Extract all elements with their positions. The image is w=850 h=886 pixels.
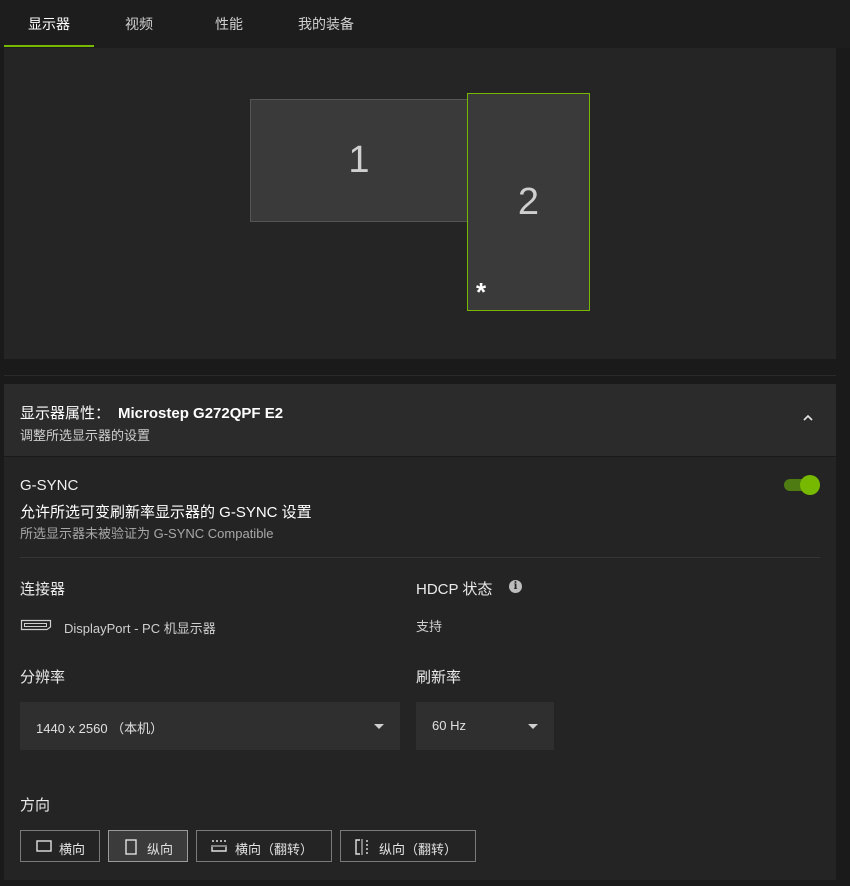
gsync-note: 所选显示器未被验证为 G-SYNC Compatible bbox=[20, 526, 274, 541]
orientation-portrait-flipped-button[interactable]: 纵向（翻转） bbox=[340, 830, 476, 862]
orientation-option-label: 纵向（翻转） bbox=[379, 842, 458, 857]
caret-down-icon bbox=[374, 724, 384, 729]
monitor-arrangement-panel: 1 2 * bbox=[4, 48, 836, 359]
orientation-landscape-flipped-button[interactable]: 横向（翻转） bbox=[196, 830, 332, 862]
toggle-knob bbox=[800, 475, 820, 495]
landscape-flipped-icon bbox=[211, 840, 227, 852]
orientation-portrait-button[interactable]: 纵向 bbox=[108, 830, 188, 862]
display-properties-title: 显示器属性： Microstep G272QPF E2 bbox=[20, 402, 283, 423]
section-separator bbox=[4, 375, 836, 376]
landscape-icon bbox=[36, 840, 52, 852]
display-properties-body: G-SYNC 允许所选可变刷新率显示器的 G-SYNC 设置 所选显示器未被验证… bbox=[4, 457, 836, 880]
refresh-rate-dropdown[interactable]: 60 Hz bbox=[416, 702, 554, 750]
properties-title-prefix: 显示器属性： bbox=[20, 405, 111, 422]
gsync-title: G-SYNC bbox=[20, 477, 79, 494]
monitor-1-number: 1 bbox=[348, 139, 370, 181]
portrait-icon bbox=[125, 839, 137, 855]
gsync-description: 允许所选可变刷新率显示器的 G-SYNC 设置 bbox=[20, 504, 312, 521]
refresh-rate-value: 60 Hz bbox=[432, 718, 466, 733]
active-tab-indicator bbox=[4, 45, 94, 47]
display-properties-header[interactable]: 显示器属性： Microstep G272QPF E2 调整所选显示器的设置 bbox=[4, 384, 836, 456]
display-properties-subtitle: 调整所选显示器的设置 bbox=[20, 428, 151, 443]
monitor-1-tile[interactable]: 1 bbox=[250, 99, 468, 222]
gsync-toggle[interactable] bbox=[784, 475, 820, 495]
refresh-rate-label: 刷新率 bbox=[416, 669, 462, 686]
connector-label: 连接器 bbox=[20, 581, 66, 598]
tab-performance[interactable]: 性能 bbox=[194, 0, 264, 48]
orientation-option-label: 横向 bbox=[59, 842, 86, 857]
displayport-icon bbox=[20, 619, 52, 631]
monitor-2-number: 2 bbox=[517, 180, 540, 223]
portrait-flipped-icon bbox=[355, 839, 368, 855]
display-model-name: Microstep G272QPF E2 bbox=[118, 405, 284, 422]
chevron-up-icon[interactable] bbox=[802, 412, 814, 424]
resolution-label: 分辨率 bbox=[20, 669, 66, 686]
primary-display-marker: * bbox=[476, 277, 487, 307]
tab-video[interactable]: 视频 bbox=[104, 0, 174, 48]
tab-bar: 显示器 视频 性能 我的装备 bbox=[0, 0, 850, 48]
info-icon[interactable]: i bbox=[509, 580, 522, 593]
orientation-option-label: 纵向 bbox=[147, 842, 174, 857]
hdcp-label: HDCP 状态 bbox=[416, 581, 493, 598]
resolution-dropdown[interactable]: 1440 x 2560 （本机） bbox=[20, 702, 400, 750]
connector-value: DisplayPort - PC 机显示器 bbox=[64, 621, 216, 636]
orientation-landscape-button[interactable]: 横向 bbox=[20, 830, 100, 862]
orientation-label: 方向 bbox=[20, 797, 51, 814]
tab-my-rig[interactable]: 我的装备 bbox=[284, 0, 368, 48]
resolution-value: 1440 x 2560 （本机） bbox=[36, 721, 164, 736]
divider bbox=[20, 557, 820, 558]
caret-down-icon bbox=[528, 724, 538, 729]
hdcp-value: 支持 bbox=[416, 619, 443, 634]
monitor-2-tile[interactable]: 2 * bbox=[467, 93, 590, 311]
tab-display[interactable]: 显示器 bbox=[4, 0, 94, 48]
orientation-option-label: 横向（翻转） bbox=[235, 842, 314, 857]
